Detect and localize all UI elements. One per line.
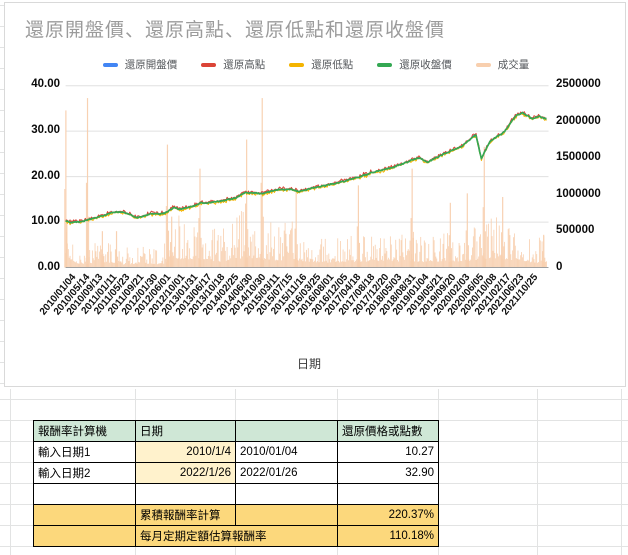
cell-r2c1[interactable]: 輸入日期1 <box>33 441 136 463</box>
legend-item[interactable]: 還原高點 <box>201 57 265 72</box>
sheet-col-line <box>10 389 11 555</box>
cell-r2c2[interactable]: 2010/1/4 <box>135 441 236 463</box>
sheet-col-line <box>621 389 622 555</box>
sheet-row-line <box>0 399 628 400</box>
cell-r1c4[interactable]: 還原價格或點數 <box>337 420 439 442</box>
cell-r4c2[interactable] <box>135 483 236 505</box>
cell-r1c3[interactable] <box>235 420 338 442</box>
cell-r4c3[interactable] <box>235 483 338 505</box>
legend-swatch-icon <box>475 62 491 67</box>
table-row <box>33 483 439 505</box>
legend-item[interactable]: 還原收盤價 <box>377 57 452 72</box>
right-axis-tick: 2500000 <box>556 78 601 90</box>
table-row: 報酬率計算機 日期 還原價格或點數 <box>33 420 439 442</box>
table-row: 累積報酬率計算 220.37% <box>33 504 439 526</box>
cell-r5c1[interactable] <box>33 504 136 526</box>
right-axis-tick: 1500000 <box>556 151 601 164</box>
cell-r3c2[interactable]: 2022/1/26 <box>135 462 236 484</box>
cell-r5c4[interactable]: 220.37% <box>337 504 439 526</box>
chart-title: 還原開盤價、還原高點、還原低點和還原收盤價 <box>25 20 446 41</box>
legend-item[interactable]: 還原開盤價 <box>102 57 178 72</box>
x-axis-title: 日期 <box>296 357 321 371</box>
legend-swatch-icon <box>201 62 217 67</box>
legend-item-label: 還原收盤價 <box>399 59 452 71</box>
right-axis-tick: 0 <box>556 261 563 273</box>
cell-r5c3[interactable] <box>235 504 338 526</box>
legend-item-label: 還原高點 <box>223 59 266 71</box>
cell-r2c3[interactable]: 2010/01/04 <box>235 441 338 463</box>
right-axis-tick: 2000000 <box>556 114 601 127</box>
right-axis-tick: 1000000 <box>556 187 601 200</box>
cell-r6c3[interactable]: 110.18% <box>337 525 439 547</box>
legend-item-label: 成交量 <box>497 59 530 71</box>
legend-swatch-icon <box>377 62 393 67</box>
spreadsheet-screen: 還原開盤價、還原高點、還原低點和還原收盤價 還原開盤價 還原高點 還原低點 還原收盤價… <box>0 0 628 555</box>
cell-r3c1[interactable]: 輸入日期2 <box>33 462 136 484</box>
cell-r3c3[interactable]: 2022/01/26 <box>235 462 338 484</box>
left-axis-tick: 30.00 <box>31 123 60 136</box>
return-calculator-table: 報酬率計算機 日期 還原價格或點數 輸入日期1 2010/1/4 2010/01/04 10… <box>33 420 439 547</box>
legend-swatch-icon <box>289 62 305 67</box>
cell-r1c1[interactable]: 報酬率計算機 <box>33 420 136 442</box>
table-row: 每月定期定額估算報酬率 110.18% <box>33 525 439 547</box>
legend-item[interactable]: 還原低點 <box>289 57 353 72</box>
cell-r4c4[interactable] <box>337 483 439 505</box>
legend-swatch-icon <box>102 62 118 67</box>
right-axis-tick: 500000 <box>556 224 595 237</box>
legend-item[interactable]: 成交量 <box>475 57 530 72</box>
cell-r1c2[interactable]: 日期 <box>135 420 236 442</box>
cell-r5c2[interactable]: 累積報酬率計算 <box>135 504 236 526</box>
table-row: 輸入日期2 2022/1/26 2022/01/26 32.90 <box>33 462 439 484</box>
left-axis-tick: 10.00 <box>31 215 60 228</box>
cell-r3c4[interactable]: 32.90 <box>337 462 439 484</box>
left-axis-tick: 0.00 <box>37 261 60 273</box>
legend-item-label: 還原開盤價 <box>124 59 178 71</box>
table-row: 輸入日期1 2010/1/4 2010/01/04 10.27 <box>33 441 439 463</box>
cell-r4c1[interactable] <box>33 483 136 505</box>
sheet-col-line <box>537 389 538 555</box>
cell-r6c1[interactable] <box>33 525 136 547</box>
legend-item-label: 還原低點 <box>311 59 354 71</box>
left-axis-tick: 40.00 <box>31 78 60 90</box>
chart-legend: 還原開盤價 還原高點 還原低點 還原收盤價 成交量 <box>4 57 628 72</box>
cell-r6c2[interactable]: 每月定期定額估算報酬率 <box>135 525 338 547</box>
left-axis-tick: 20.00 <box>31 169 60 182</box>
cell-r2c4[interactable]: 10.27 <box>337 441 439 463</box>
